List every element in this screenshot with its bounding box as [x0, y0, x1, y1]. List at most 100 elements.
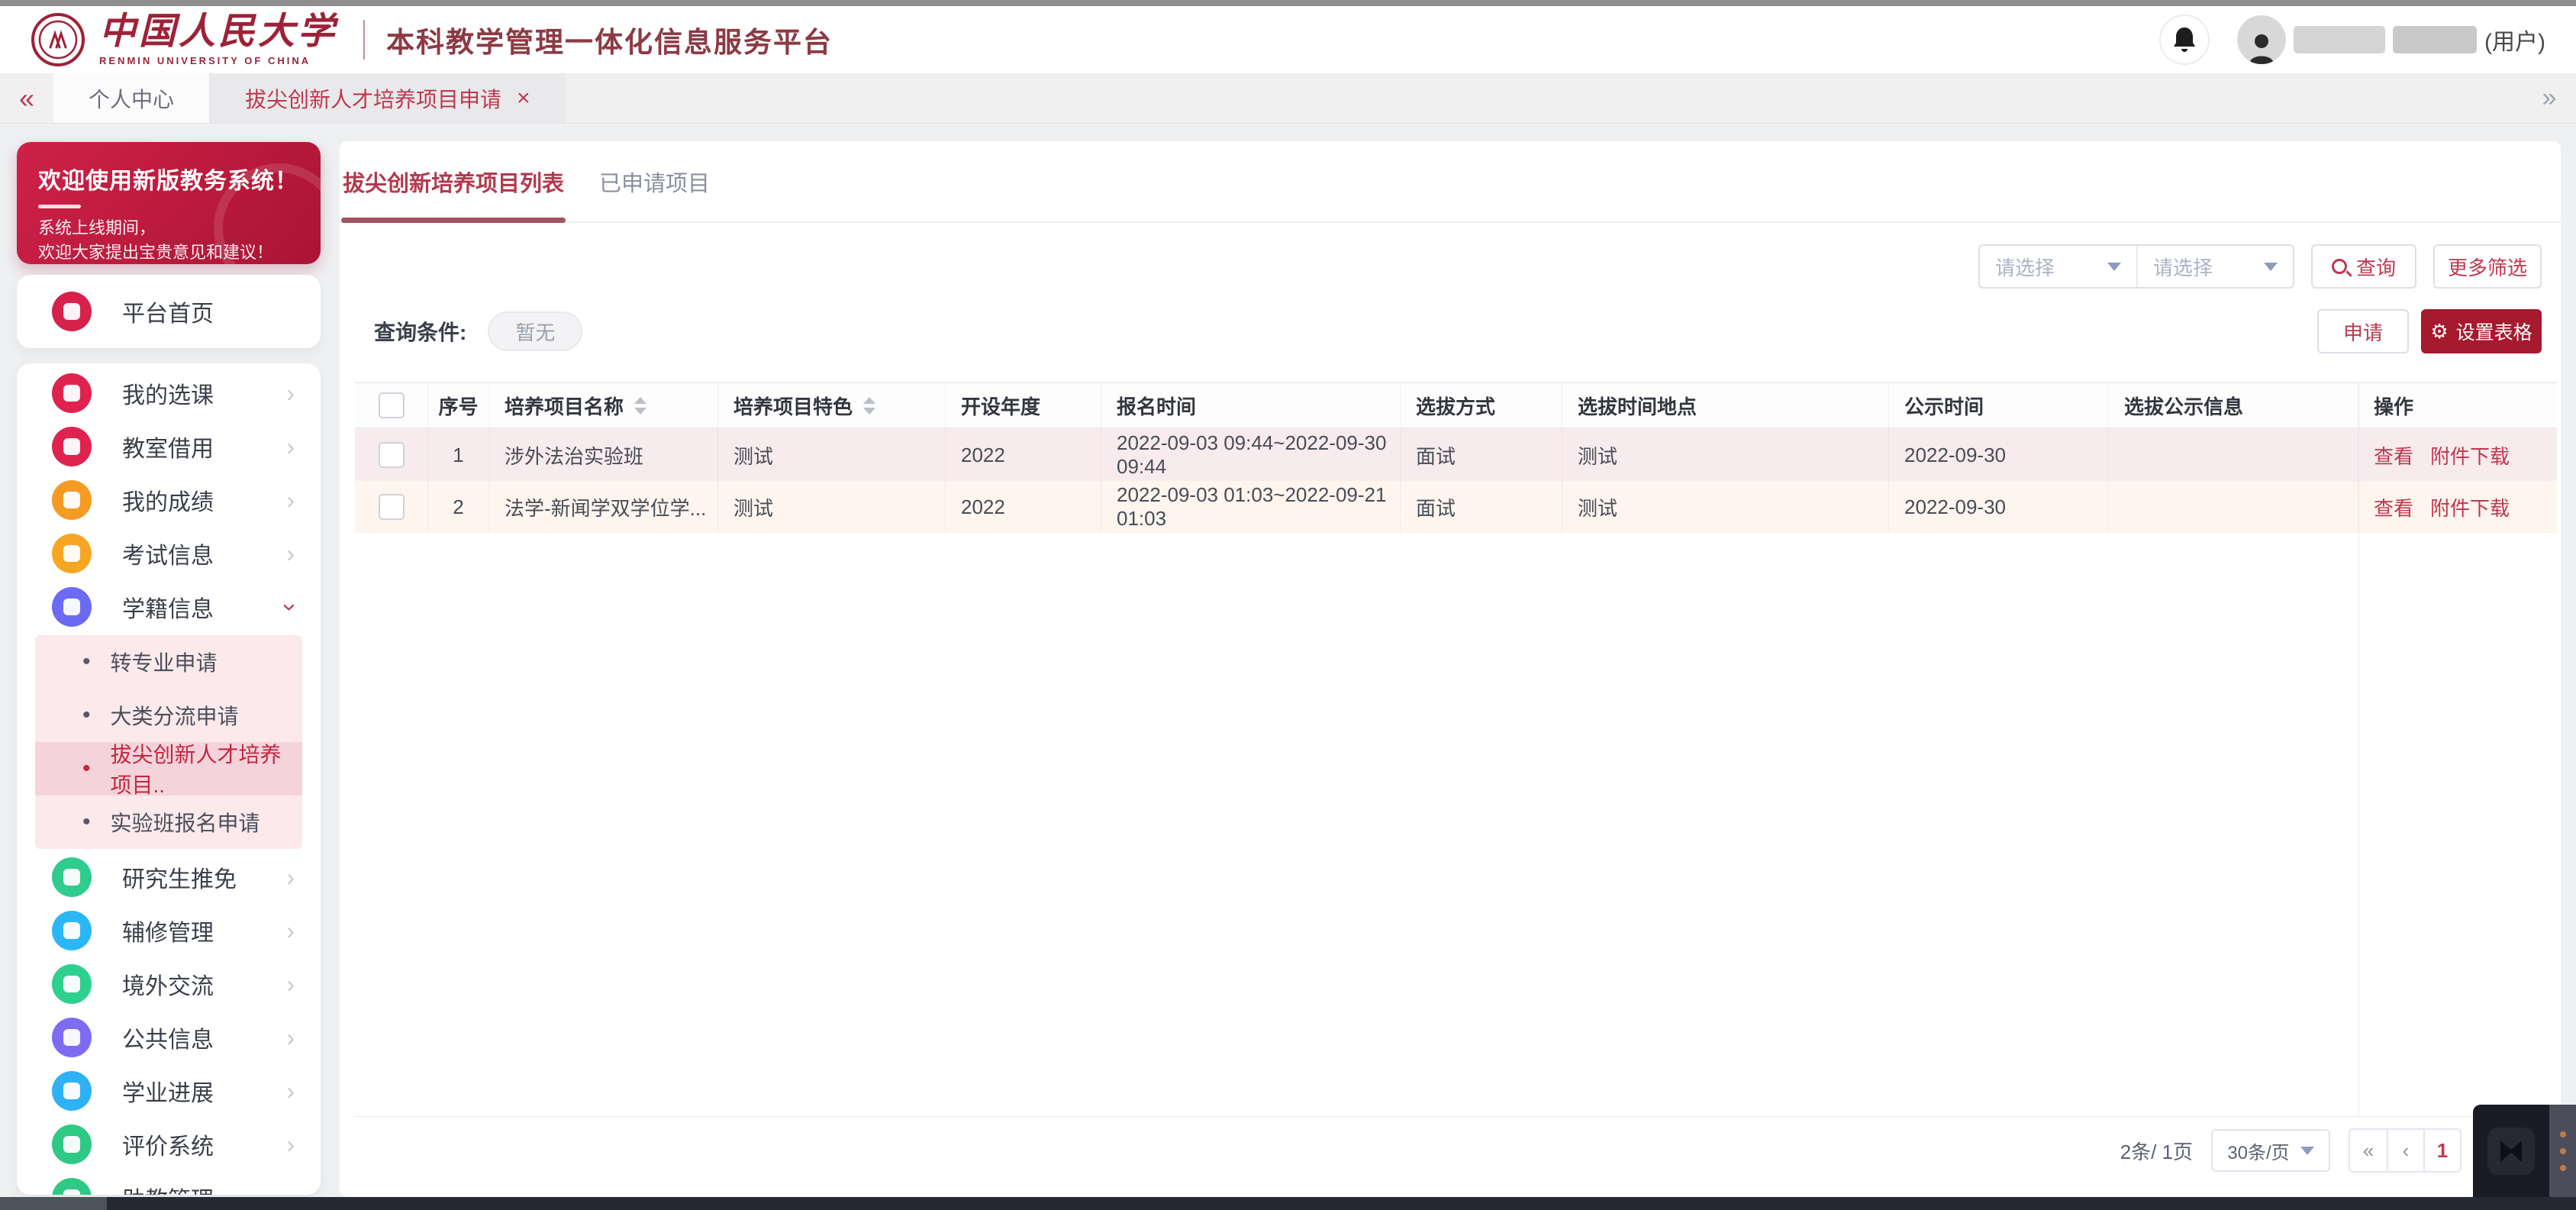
sidebar-item-minor-management[interactable]: 辅修管理 › — [17, 904, 321, 957]
widget-body[interactable] — [2473, 1105, 2549, 1197]
sidebar-item-platform-home[interactable]: 平台首页 — [17, 275, 321, 348]
pagination: 2条/ 1页 30条/页 « ‹ 1 — [2120, 1128, 2462, 1173]
table-header-row: 序号 培养项目名称 培养项目特色 开设年度 报名时间 选拔方式 选拔时间地点 公… — [355, 382, 2557, 429]
sidebar-subitem-top-talent-program[interactable]: • 拔尖创新人才培养项目.. — [35, 742, 302, 795]
search-button[interactable]: 查询 — [2311, 244, 2416, 289]
sidebar-subitem-label: 大类分流申请 — [111, 700, 239, 731]
sidebar-item-academic-progress[interactable]: 学业进展 › — [17, 1064, 321, 1118]
view-link[interactable]: 查看 — [2374, 493, 2413, 521]
filter-row: 请选择 请选择 查询 更多筛选 — [1978, 244, 2542, 289]
col-header-name[interactable]: 培养项目名称 — [489, 383, 718, 428]
attachment-download-link[interactable]: 附件下载 — [2430, 493, 2510, 521]
bell-icon — [2171, 26, 2197, 53]
filter-select-1[interactable]: 请选择 — [1980, 246, 2136, 287]
sidebar-item-my-courses[interactable]: 我的选课 › — [17, 366, 321, 420]
cell-feature: 测试 — [718, 429, 946, 481]
pagination-divider — [355, 1116, 2557, 1117]
sidebar-item-public-info[interactable]: 公共信息 › — [17, 1011, 321, 1064]
notification-bell-button[interactable] — [2159, 15, 2210, 65]
sidebar-subitem-category-diversion[interactable]: • 大类分流申请 — [35, 689, 302, 742]
table-row: 1 涉外法治实验班 测试 2022 2022-09-03 09:44~2022-… — [355, 429, 2557, 481]
attachment-download-link[interactable]: 附件下载 — [2430, 441, 2510, 469]
browser-edge-strip — [0, 0, 2576, 6]
chevron-down-icon: › — [276, 603, 305, 611]
sidebar-subitem-major-transfer[interactable]: • 转专业申请 — [35, 635, 302, 689]
chevron-right-icon: › — [286, 1024, 295, 1052]
play-skip-icon — [2487, 1128, 2535, 1175]
workspace-tabbar: « 个人中心 拔尖创新人才培养项目申请 × » — [0, 73, 2576, 124]
select-placeholder: 请选择 — [1995, 253, 2055, 281]
sidebar-item-student-status[interactable]: 学籍信息 › — [17, 580, 321, 634]
tabbar-expand-icon[interactable]: » — [2523, 73, 2576, 123]
apply-button[interactable]: 申请 — [2317, 309, 2409, 353]
student-status-submenu: • 转专业申请 • 大类分流申请 • 拔尖创新人才培养项目.. • 实验班报名申… — [35, 635, 302, 849]
sidebar-item-grad-recommendation[interactable]: 研究生推免 › — [17, 850, 321, 904]
minor-icon — [52, 911, 92, 950]
select-all-checkbox[interactable] — [379, 392, 405, 418]
sidebar-item-exam-info[interactable]: 考试信息 › — [17, 527, 321, 580]
filter-select-2[interactable]: 请选择 — [2136, 246, 2293, 287]
sidebar-collapse-icon[interactable]: « — [0, 73, 53, 123]
col-header-signup-time: 报名时间 — [1101, 383, 1401, 428]
window-bottom-edge — [0, 1197, 2576, 1210]
tab-program-list[interactable]: 拔尖创新培养项目列表 — [340, 141, 567, 221]
sidebar-item-classroom-borrow[interactable]: 教室借用 › — [17, 420, 321, 473]
table-settings-label: 设置表格 — [2456, 318, 2532, 345]
actions-column-divider — [2358, 382, 2359, 1115]
sidebar-item-ta-management[interactable]: 助教管理 › — [17, 1171, 321, 1195]
sidebar-item-my-grades[interactable]: 我的成绩 › — [17, 473, 321, 527]
view-link[interactable]: 查看 — [2374, 441, 2413, 469]
col-header-publicity-time: 公示时间 — [1889, 383, 2109, 428]
chevron-down-icon — [2107, 263, 2121, 271]
cell-place: 测试 — [1562, 481, 1889, 533]
sidebar-item-overseas-exchange[interactable]: 境外交流 › — [17, 957, 321, 1011]
tab-applied-projects[interactable]: 已申请项目 — [599, 141, 710, 221]
table-row: 2 法学-新闻学双学位学... 测试 2022 2022-09-03 01:03… — [355, 481, 2557, 533]
chevron-right-icon: › — [286, 970, 295, 999]
floating-widget[interactable] — [2473, 1105, 2576, 1197]
chevron-right-icon: › — [286, 540, 295, 568]
user-menu[interactable]: (用户) — [2237, 15, 2545, 64]
sidebar-item-label: 考试信息 — [122, 537, 214, 570]
gear-icon: ⚙ — [2430, 320, 2448, 344]
sort-icon[interactable] — [634, 397, 646, 415]
page-size-select[interactable]: 30条/页 — [2211, 1129, 2330, 1172]
cell-publicity-time: 2022-09-30 — [1889, 429, 2109, 481]
person-icon — [2246, 31, 2277, 64]
row-checkbox[interactable] — [379, 494, 405, 520]
sort-icon[interactable] — [863, 397, 875, 415]
university-name-cn: 中国人民大学 — [99, 14, 337, 50]
select-placeholder: 请选择 — [2153, 253, 2213, 281]
col-header-actions: 操作 — [2358, 383, 2557, 428]
more-filters-button[interactable]: 更多筛选 — [2433, 244, 2542, 289]
prev-page-button[interactable]: ‹ — [2387, 1130, 2423, 1171]
table-settings-button[interactable]: ⚙ 设置表格 — [2421, 309, 2542, 353]
cell-name: 涉外法治实验班 — [489, 429, 718, 481]
apply-label: 申请 — [2343, 318, 2383, 346]
window-bottom-edge-segment — [0, 1197, 107, 1210]
sidebar-item-label: 学籍信息 — [122, 590, 214, 624]
redacted-username — [2294, 26, 2385, 53]
public-info-icon — [52, 1018, 92, 1057]
col-header-feature[interactable]: 培养项目特色 — [718, 383, 946, 428]
page-number-1[interactable]: 1 — [2423, 1130, 2460, 1171]
home-icon — [52, 292, 92, 331]
sidebar-item-evaluation-system[interactable]: 评价系统 › — [17, 1118, 321, 1171]
pager-group: « ‹ 1 — [2349, 1128, 2462, 1173]
dot-icon — [2560, 1131, 2566, 1137]
sidebar-menu: 我的选课 › 教室借用 › 我的成绩 › 考试信息 › 学籍信息 › • 转专业… — [17, 363, 321, 1195]
widget-more-handle[interactable] — [2549, 1105, 2576, 1197]
page-size-value: 30条/页 — [2227, 1137, 2289, 1164]
cell-publicity-time: 2022-09-30 — [1889, 481, 2109, 533]
banner-underline — [38, 205, 81, 208]
chevron-right-icon: › — [286, 1131, 295, 1159]
col-header-year: 开设年度 — [946, 383, 1101, 428]
row-checkbox[interactable] — [379, 442, 405, 468]
tab-personal-center[interactable]: 个人中心 — [53, 73, 210, 123]
progress-icon — [52, 1071, 92, 1111]
ta-icon — [52, 1178, 92, 1195]
tab-top-talent-application[interactable]: 拔尖创新人才培养项目申请 × — [210, 73, 566, 123]
close-icon[interactable]: × — [517, 86, 530, 111]
first-page-button[interactable]: « — [2350, 1130, 2387, 1171]
sidebar-subitem-experimental-class[interactable]: • 实验班报名申请 — [35, 795, 302, 849]
